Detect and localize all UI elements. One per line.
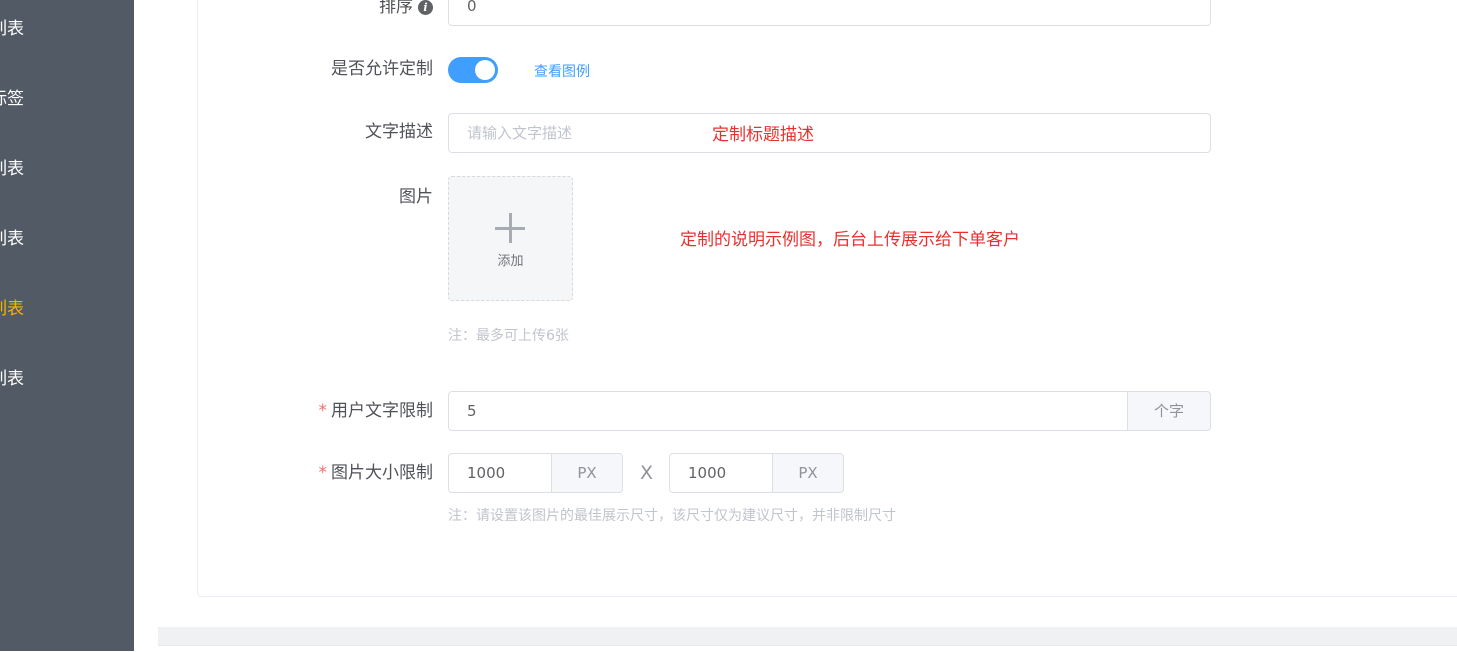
image-label: 图片 (399, 187, 433, 207)
sidebar-item-tags[interactable]: 标签 (0, 89, 24, 109)
image-size-hint: 注：请设置该图片的最佳展示尺寸，该尺寸仅为建议尺寸，并非限制尺寸 (448, 508, 896, 524)
sidebar-item-list-active[interactable]: 列表 (0, 299, 24, 319)
text-limit-input[interactable]: 5 (448, 391, 1128, 431)
view-example-link[interactable]: 查看图例 (534, 61, 590, 81)
sidebar-item-list-4[interactable]: 列表 (0, 369, 24, 389)
sidebar: 列表 标签 列表 列表 列表 列表 (0, 0, 134, 651)
switch-knob (475, 60, 495, 80)
allow-custom-label: 是否允许定制 (331, 59, 433, 79)
image-height-unit: PX (772, 453, 844, 493)
sidebar-item-list-1[interactable]: 列表 (0, 19, 24, 39)
sidebar-item-list-3[interactable]: 列表 (0, 229, 24, 249)
info-icon[interactable]: i (418, 0, 433, 15)
text-desc-annotation: 定制标题描述 (712, 125, 814, 145)
text-limit-unit: 个字 (1127, 391, 1211, 431)
text-desc-label: 文字描述 (365, 122, 433, 142)
sort-input[interactable]: 0 (448, 0, 1211, 26)
image-height-input[interactable]: 1000 (669, 453, 773, 493)
text-limit-label: * 用户文字限制 (318, 401, 434, 421)
image-width-input[interactable]: 1000 (448, 453, 552, 493)
plus-icon-vertical (509, 213, 512, 243)
form-card (158, 0, 1457, 627)
required-mark: * (318, 463, 328, 483)
image-width-unit: PX (551, 453, 623, 493)
image-size-label: * 图片大小限制 (318, 463, 434, 483)
required-mark: * (318, 401, 328, 421)
image-hint: 注：最多可上传6张 (448, 328, 569, 344)
allow-custom-switch[interactable] (448, 57, 498, 83)
sort-label: 排序 i (379, 0, 433, 17)
sidebar-item-list-2[interactable]: 列表 (0, 159, 24, 179)
image-upload-button[interactable]: 添加 (448, 176, 573, 301)
text-desc-input[interactable]: 请输入文字描述 (448, 113, 1211, 153)
upload-label: 添加 (497, 254, 524, 269)
size-separator: X (640, 462, 654, 484)
gutter (134, 0, 158, 651)
image-annotation: 定制的说明示例图，后台上传展示给下单客户 (680, 230, 1020, 250)
